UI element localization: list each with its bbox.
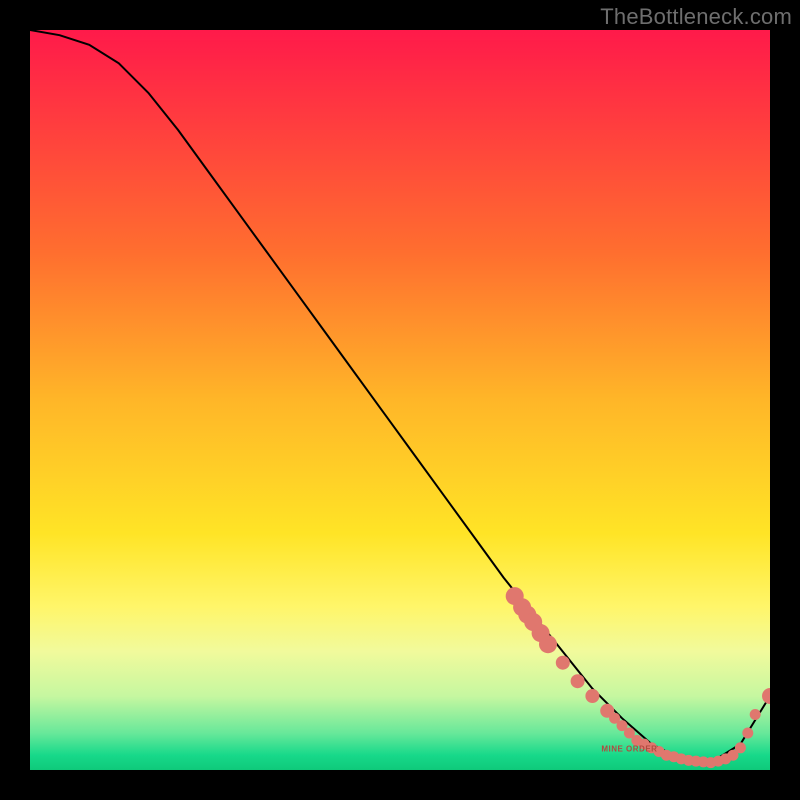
data-marker	[735, 742, 746, 753]
data-marker	[585, 689, 599, 703]
data-marker	[539, 635, 557, 653]
bottleneck-curve	[30, 30, 770, 763]
chart-svg: MINE ORDER	[30, 30, 770, 770]
data-marker	[762, 688, 770, 704]
chart-container: TheBottleneck.com MINE ORDER	[0, 0, 800, 800]
watermark-text: TheBottleneck.com	[600, 4, 792, 30]
annotation-label: MINE ORDER	[601, 745, 657, 754]
data-marker	[556, 656, 570, 670]
plot-area: MINE ORDER	[30, 30, 770, 770]
data-marker	[742, 728, 753, 739]
data-marker	[571, 674, 585, 688]
marker-group	[506, 587, 770, 768]
data-marker	[750, 709, 761, 720]
